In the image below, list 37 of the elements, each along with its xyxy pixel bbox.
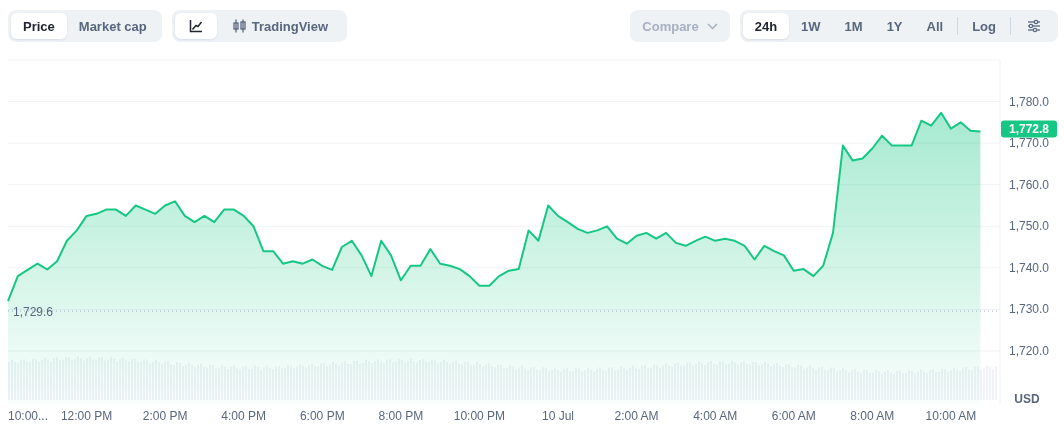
y-axis-label: 1,760.0 [1009, 177, 1050, 192]
y-axis-label: 1,720.0 [1009, 343, 1050, 358]
price-tag: 1,772.8 [1001, 120, 1057, 138]
x-axis-label: 10:00 AM [925, 409, 977, 423]
tab[interactable]: TradingView [216, 13, 345, 39]
x-axis-label: 6:00 PM [299, 409, 345, 423]
x-axis-label: 4:00 PM [221, 409, 267, 423]
x-axis-label: 8:00 PM [378, 409, 424, 423]
line-chart-icon [188, 19, 203, 33]
low-price-label: 1,729.6 [13, 305, 54, 320]
tab[interactable]: All [914, 13, 956, 39]
y-axis-label: 1,770.0 [1009, 136, 1050, 151]
tab[interactable]: 1Y [874, 13, 915, 39]
tab[interactable] [174, 13, 217, 39]
y-axis-label: 1,750.0 [1009, 219, 1050, 234]
x-axis-label: 2:00 PM [142, 409, 188, 423]
x-axis-label: 10 Jul [542, 409, 575, 423]
x-axis-label: 10:00 PM [453, 409, 506, 423]
tab[interactable]: 1W [789, 13, 833, 39]
y-axis-label: 1,730.0 [1009, 302, 1050, 317]
caret-icon [706, 22, 718, 30]
tab[interactable]: Price [11, 13, 67, 39]
y-axis-label: 1,780.0 [1009, 94, 1050, 109]
log-toggle[interactable]: Log [960, 13, 1008, 39]
tab[interactable]: 1M [832, 13, 875, 39]
x-axis-label: 4:00 AM [693, 409, 738, 423]
currency-label: USD [1014, 392, 1040, 406]
candlestick-icon [232, 19, 246, 33]
settings-icon [1027, 19, 1041, 33]
x-axis-label: 12:00 PM [60, 409, 113, 423]
x-axis-label: 6:00 AM [771, 409, 816, 423]
x-axis-label: 8:00 AM [850, 409, 895, 423]
x-axis-label: 10:00... [8, 409, 49, 423]
y-axis-label: 1,740.0 [1009, 260, 1050, 275]
tab[interactable]: Market cap [66, 13, 159, 39]
x-axis-label: 2:00 AM [614, 409, 659, 423]
tab[interactable]: 24h [742, 13, 790, 39]
